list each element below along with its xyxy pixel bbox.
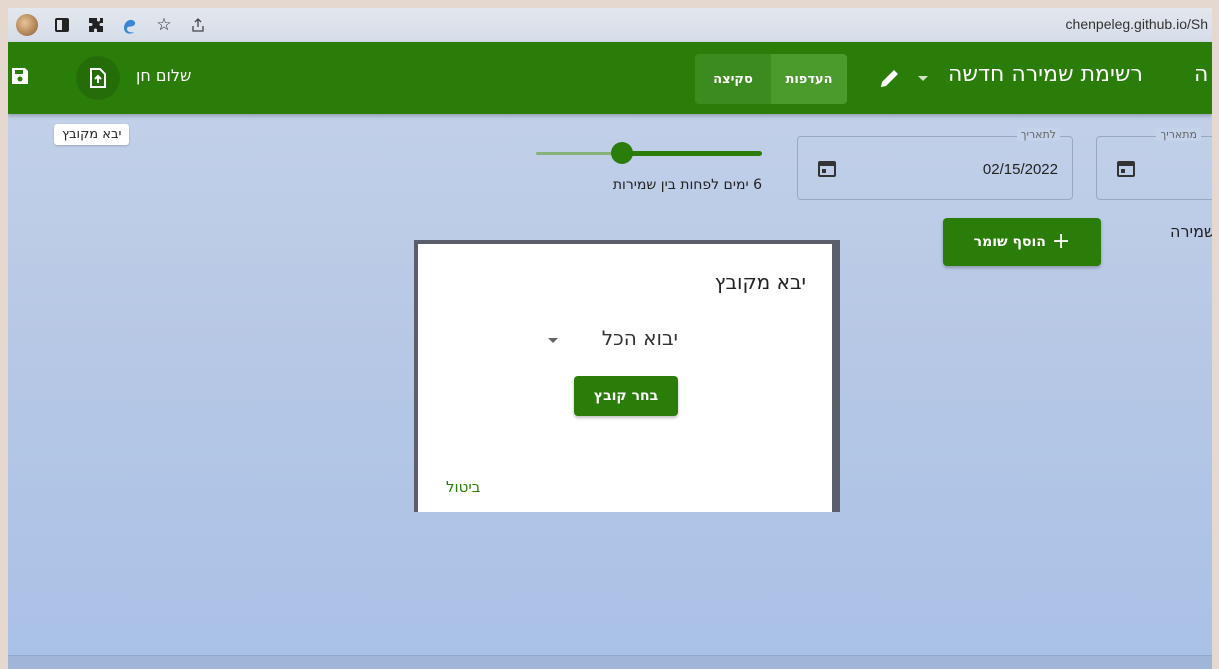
calendar-icon[interactable] [818,159,836,177]
address-bar-url[interactable]: chenpeleg.github.io/Sh [1066,16,1208,32]
add-guard-label: הוסף שומר [973,234,1046,250]
avatar-icon[interactable] [16,14,38,36]
app-title-fragment: ה [1194,62,1209,87]
to-date-field[interactable]: לתאריך 02/15/2022 [797,128,1073,200]
from-date-field[interactable]: מתאריך [1096,128,1212,200]
sidebar-icon[interactable] [52,15,72,35]
tab-preferences[interactable]: העדפות [771,54,847,104]
browser-toolbar: ☆ chenpeleg.github.io/Sh [8,8,1212,42]
star-icon[interactable]: ☆ [154,15,174,35]
calendar-icon[interactable] [1117,159,1135,177]
import-file-button[interactable] [76,56,120,100]
save-icon[interactable] [10,66,30,86]
user-greeting: שלום חן [136,66,192,85]
import-mode-value: יבוא הכל [601,326,678,350]
import-tooltip: יבא מקובץ [54,124,130,145]
dialog-title: יבא מקובץ [714,270,806,294]
bottom-strip [8,655,1212,669]
to-date-legend: לתאריך [1016,128,1060,141]
file-upload-icon [90,68,106,88]
shift-label: שמירה [1170,222,1212,241]
from-date-legend: מתאריך [1156,128,1201,141]
plus-icon: + [1051,229,1071,254]
app-bar: שלום חן סקיצה העדפות רשימת שמירה חדשה ה [8,42,1212,114]
import-dialog: יבא מקובץ יבוא הכל בחר קובץ ביטול [418,244,832,512]
choose-file-button[interactable]: בחר קובץ [574,376,678,416]
slider-label: 6 ימים לפחות בין שמירות [612,177,762,193]
list-title[interactable]: רשימת שמירה חדשה [948,62,1143,87]
slider-track-active [621,151,762,156]
tab-draft[interactable]: סקיצה [695,54,771,104]
add-guard-button[interactable]: + הוסף שומר [943,218,1101,266]
slider-thumb[interactable] [610,142,633,164]
edge-icon[interactable] [120,15,140,35]
to-date-value[interactable]: 02/15/2022 [983,161,1058,178]
share-icon[interactable] [188,15,208,35]
extensions-icon[interactable] [86,15,106,35]
view-toggle: סקיצה העדפות [695,54,847,104]
chevron-down-icon [548,338,558,343]
chevron-down-icon[interactable] [918,76,928,81]
import-mode-select[interactable]: יבוא הכל [548,326,678,354]
edit-title-icon[interactable] [878,66,902,90]
app-frame: ☆ chenpeleg.github.io/Sh שלום חן סקיצה ה… [8,8,1212,669]
cancel-button[interactable]: ביטול [446,478,480,496]
min-days-slider[interactable] [536,142,762,164]
